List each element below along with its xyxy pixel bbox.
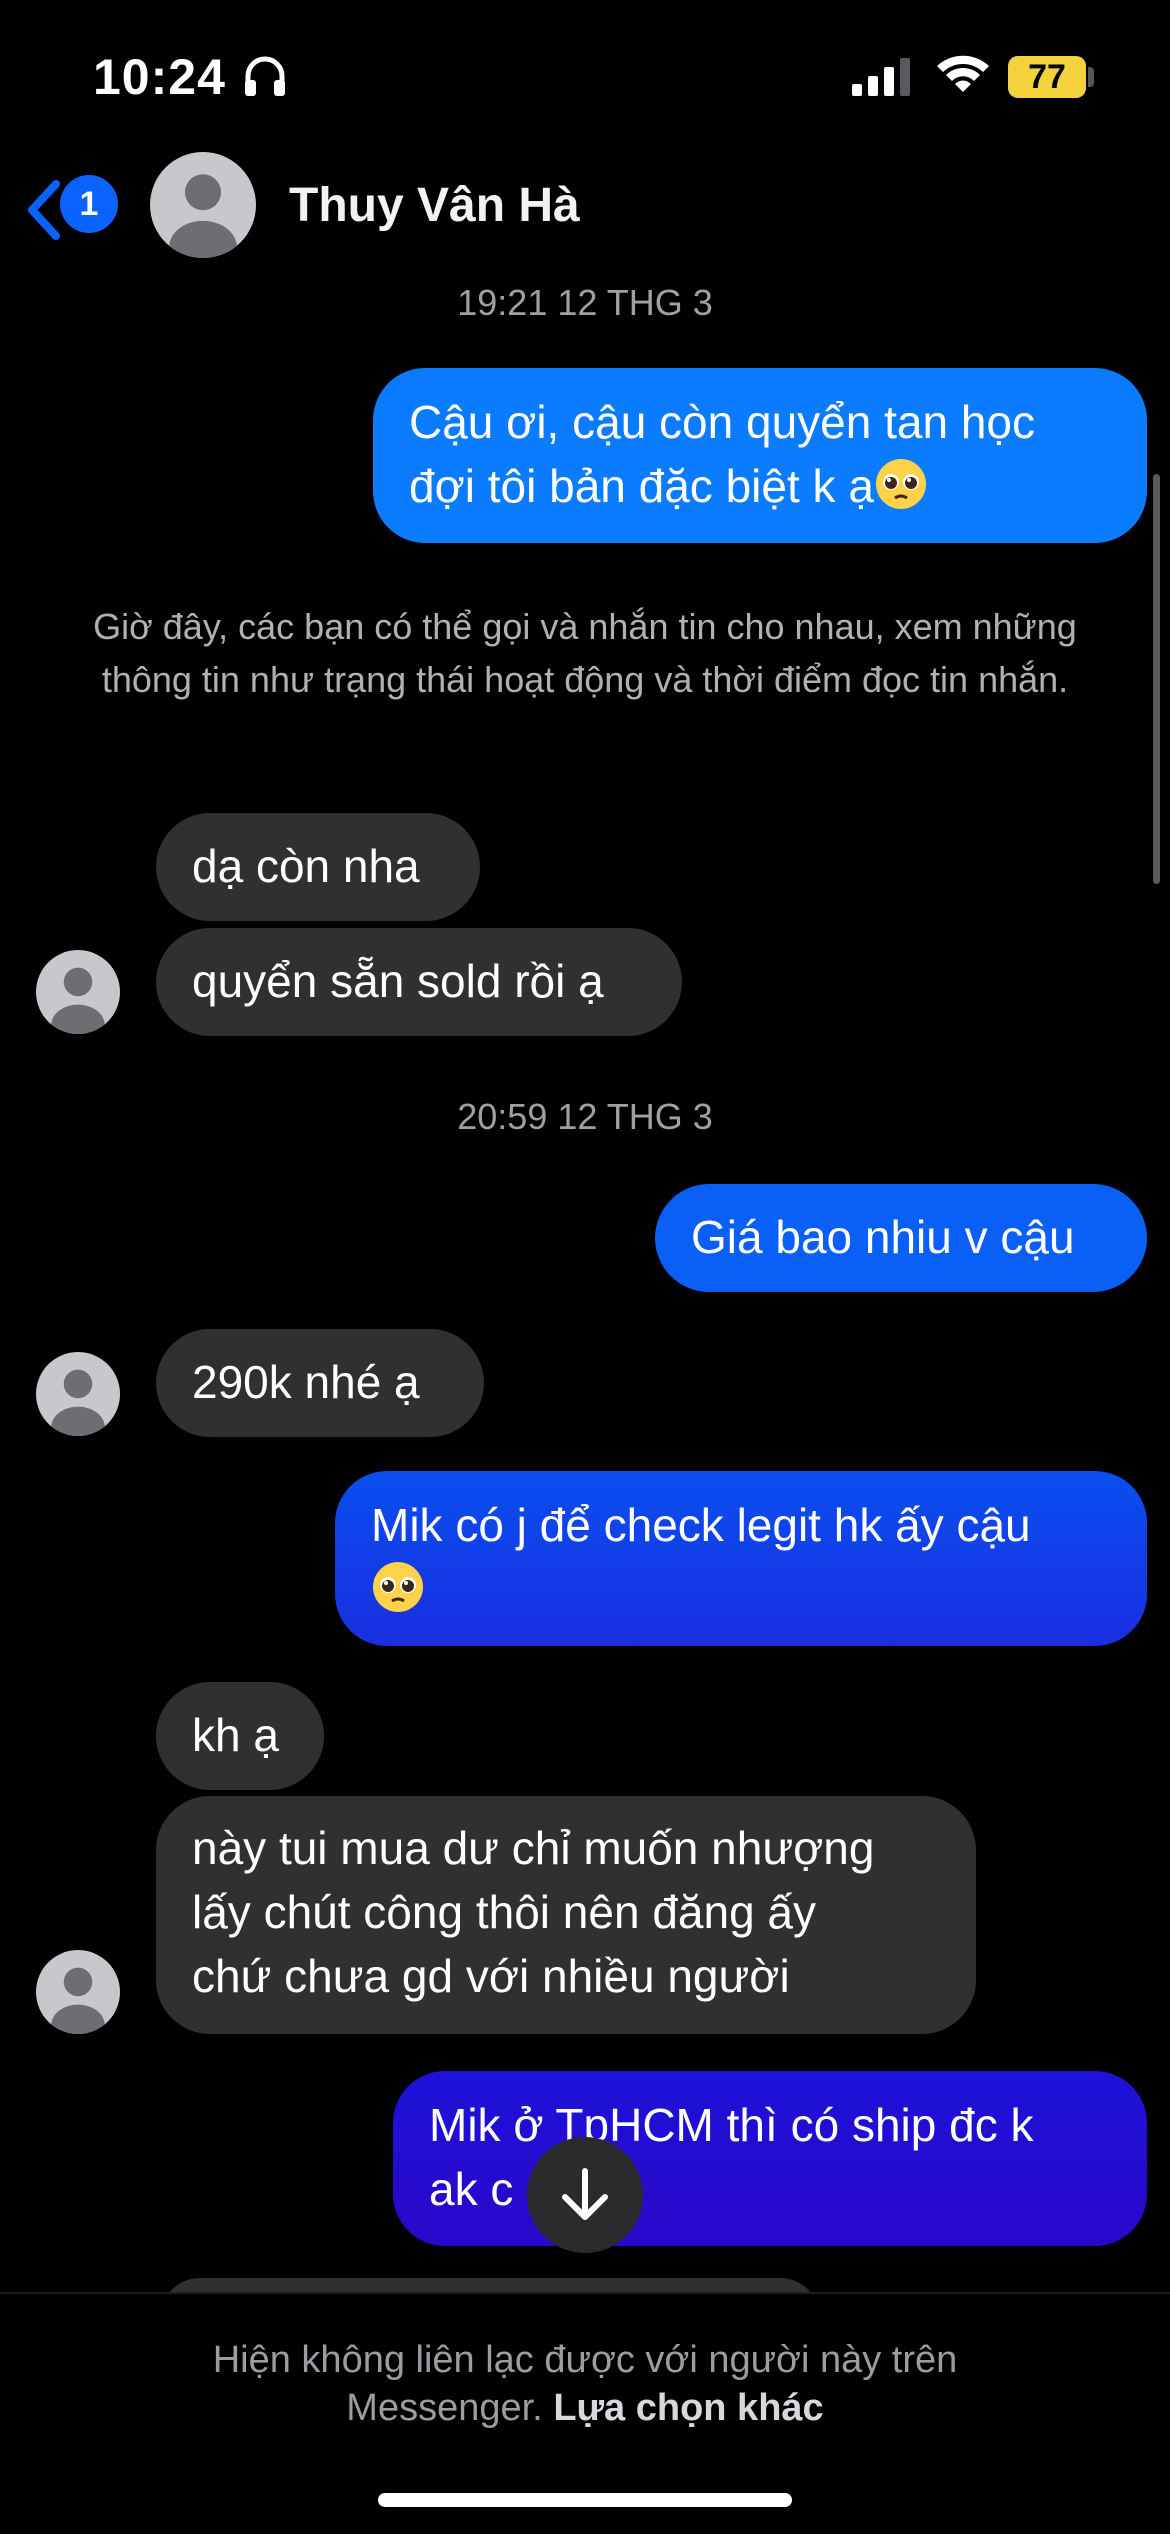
- pleading-face-emoji: [373, 1562, 423, 1612]
- pleading-face-emoji: [875, 459, 926, 509]
- incoming-message[interactable]: này tui mua dư chỉ muốn nhượng lấy chút …: [156, 1796, 976, 2034]
- message-text: quyển sẵn sold rồi ạ: [192, 955, 604, 1007]
- message-text-line: Cậu ơi, cậu còn quyển tan học: [409, 396, 1036, 448]
- message-timestamp: 19:21 12 THG 3: [457, 282, 713, 323]
- incoming-message[interactable]: dạ còn nha: [156, 813, 480, 921]
- message-text-line: Mik có j để check legit hk ấy cậu: [371, 1499, 1031, 1551]
- status-bar: 10:24 77: [0, 0, 1170, 150]
- contact-name[interactable]: Thuy Vân Hà: [289, 178, 580, 233]
- outgoing-message[interactable]: Mik ở TpHCM thì có ship đc k ak c: [393, 2071, 1147, 2246]
- message-timestamp: 20:59 12 THG 3: [457, 1096, 713, 1137]
- other-options-link[interactable]: Lựa chọn khác: [553, 2387, 823, 2429]
- message-text-line: chứ chưa gd với nhiều người: [192, 1950, 790, 2002]
- scrollbar[interactable]: [1153, 474, 1160, 884]
- avatar-placeholder-icon: [169, 174, 237, 258]
- system-message: Giờ đây, các bạn có thể gọi và nhắn tin …: [93, 606, 1077, 700]
- avatar-placeholder-icon: [51, 1369, 105, 1436]
- wifi-icon: [937, 55, 989, 92]
- cellular-signal-icon: [852, 58, 910, 96]
- status-time: 10:24: [93, 49, 226, 105]
- message-text-line: lấy chút công thôi nên đăng ấy: [192, 1886, 817, 1938]
- incoming-message[interactable]: kh ạ: [156, 1682, 324, 1790]
- arrow-down-icon: [562, 2168, 608, 2220]
- outgoing-message[interactable]: Giá bao nhiu v cậu: [655, 1184, 1147, 1292]
- message-text: 290k nhé ạ: [192, 1356, 420, 1408]
- battery-icon: 77: [1008, 56, 1086, 98]
- footer-text: Hiện không liên lạc được với người này t…: [0, 2336, 1170, 2432]
- avatar-placeholder-icon: [51, 967, 105, 1034]
- unread-badge[interactable]: 1: [60, 175, 118, 233]
- outgoing-message[interactable]: Cậu ơi, cậu còn quyển tan học đợi tôi bả…: [373, 368, 1147, 543]
- message-text-line: đợi tôi bản đặc biệt k ạ: [409, 460, 874, 512]
- sender-avatar[interactable]: [36, 1352, 120, 1436]
- message-text-line: này tui mua dư chỉ muốn nhượng: [192, 1822, 875, 1874]
- scroll-to-bottom-button[interactable]: [527, 2137, 643, 2253]
- back-chevron-icon[interactable]: [26, 180, 62, 240]
- message-text: Giá bao nhiu v cậu: [691, 1211, 1075, 1263]
- sender-avatar[interactable]: [36, 950, 120, 1034]
- conversation-header: 1 Thuy Vân Hà: [0, 150, 1170, 280]
- message-text: dạ còn nha: [192, 840, 420, 892]
- home-indicator[interactable]: [378, 2493, 792, 2507]
- outgoing-message[interactable]: Mik có j để check legit hk ấy cậu: [335, 1471, 1147, 1646]
- avatar-placeholder-icon: [51, 1967, 105, 2034]
- headphones-icon: [245, 56, 285, 96]
- incoming-message[interactable]: 290k nhé ạ: [156, 1329, 484, 1437]
- incoming-message[interactable]: quyển sẵn sold rồi ạ: [156, 928, 682, 1036]
- contact-avatar[interactable]: [150, 152, 256, 258]
- message-text: kh ạ: [192, 1709, 279, 1761]
- sender-avatar[interactable]: [36, 1950, 120, 2034]
- battery-nub: [1088, 67, 1094, 87]
